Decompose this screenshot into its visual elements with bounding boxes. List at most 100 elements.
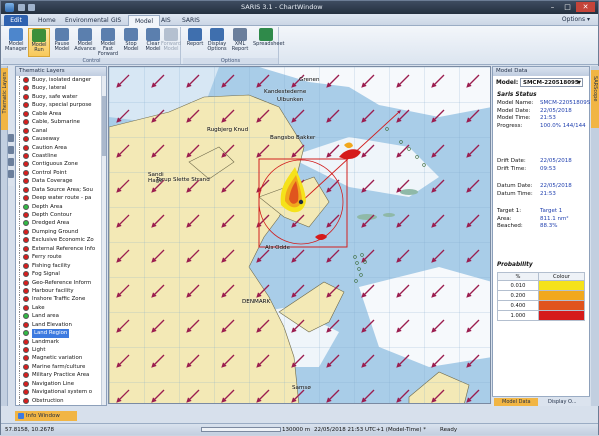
layer-visibility-icon[interactable] — [23, 203, 29, 210]
options-menu[interactable]: Options ▾ — [562, 16, 590, 23]
layer-visibility-icon[interactable] — [23, 220, 29, 227]
layer-visibility-icon[interactable] — [23, 93, 29, 100]
probability-row[interactable]: 0.010 — [497, 280, 586, 291]
layer-item[interactable]: Depth Contour — [16, 211, 106, 220]
layer-visibility-icon[interactable] — [23, 330, 29, 337]
layer-item[interactable]: Land Region — [16, 329, 106, 338]
layer-visibility-icon[interactable] — [23, 380, 29, 387]
model-manager-button[interactable]: Model Manager — [5, 28, 27, 57]
minimize-button[interactable]: – — [545, 2, 560, 12]
layer-visibility-icon[interactable] — [23, 254, 29, 261]
layer-item[interactable]: Military Practice Area — [16, 371, 106, 380]
layer-visibility-icon[interactable] — [23, 338, 29, 345]
layer-visibility-icon[interactable] — [23, 144, 29, 151]
layer-visibility-icon[interactable] — [23, 228, 29, 235]
sarscope-dock-tab[interactable]: SARScope — [591, 70, 599, 128]
layer-item[interactable]: Buoy, safe water — [16, 92, 106, 102]
display-options-button[interactable]: Display Options — [206, 28, 228, 57]
stop-model-button[interactable]: Stop Model — [120, 28, 142, 57]
layer-item[interactable]: Exclusive Economic Zo — [16, 236, 106, 245]
layer-item[interactable]: Lake — [16, 303, 106, 313]
probability-colour-swatch[interactable] — [537, 300, 586, 311]
layer-item[interactable]: Magnetic variation — [16, 354, 106, 363]
layer-visibility-icon[interactable] — [23, 195, 29, 202]
probability-colour-swatch[interactable] — [537, 280, 586, 291]
layer-visibility-icon[interactable] — [23, 363, 29, 370]
layer-item[interactable]: Cable Area — [16, 109, 106, 119]
tab-gis[interactable]: GIS — [105, 15, 127, 26]
layer-item[interactable]: Buoy, special purpose — [16, 101, 106, 110]
undo-icon[interactable] — [28, 4, 35, 11]
layer-visibility-icon[interactable] — [23, 279, 29, 286]
settings-icon[interactable] — [8, 158, 14, 166]
layer-visibility-icon[interactable] — [23, 271, 29, 278]
save-icon[interactable] — [18, 4, 25, 11]
layer-item[interactable]: Buoy, lateral — [16, 84, 106, 93]
layer-item[interactable]: Deep water route - pa — [16, 194, 106, 203]
probability-row[interactable]: 0.200 — [497, 290, 586, 301]
tab-ais[interactable]: AIS — [155, 15, 177, 26]
layer-item[interactable]: Land area — [16, 312, 106, 321]
layer-visibility-icon[interactable] — [23, 119, 29, 126]
layer-item[interactable]: Causeway — [16, 135, 106, 144]
layer-visibility-icon[interactable] — [23, 287, 29, 294]
model-run-button[interactable]: Model Run — [28, 28, 50, 57]
layer-visibility-icon[interactable] — [23, 169, 29, 176]
layer-item[interactable]: Ferry route — [16, 253, 106, 262]
tab-display-options[interactable]: Display O... — [540, 398, 588, 406]
layer-visibility-icon[interactable] — [23, 262, 29, 269]
model-advance-button[interactable]: Model Advance — [74, 28, 96, 57]
layer-visibility-icon[interactable] — [23, 77, 29, 83]
maximize-button[interactable]: □ — [560, 2, 575, 12]
layer-visibility-icon[interactable] — [23, 178, 29, 185]
layer-item[interactable]: Light — [16, 346, 106, 355]
layer-item[interactable]: Marine farm/culture — [16, 362, 106, 372]
tab-edit[interactable]: Edit — [4, 15, 28, 26]
layer-visibility-icon[interactable] — [23, 296, 29, 303]
map-canvas[interactable] — [109, 67, 491, 404]
layer-visibility-icon[interactable] — [23, 102, 29, 109]
tab-model-data[interactable]: Model Data — [494, 398, 538, 406]
layer-item[interactable]: Landmark — [16, 337, 106, 346]
probability-colour-swatch[interactable] — [537, 290, 586, 301]
thematic-layers-dock-tab[interactable]: Thematic Layers — [1, 68, 8, 130]
app-icon[interactable] — [5, 3, 14, 12]
layer-visibility-icon[interactable] — [23, 321, 29, 328]
layer-visibility-icon[interactable] — [23, 85, 29, 92]
layer-item[interactable]: Canal — [16, 126, 106, 136]
layer-item[interactable]: Buoy, isolated danger — [16, 76, 106, 85]
probability-row[interactable]: 1.000 — [497, 310, 586, 321]
layer-visibility-icon[interactable] — [23, 110, 29, 117]
layer-item[interactable]: Land Elevation — [16, 320, 106, 330]
layer-visibility-icon[interactable] — [23, 313, 29, 320]
xml-report-button[interactable]: XML Report — [229, 28, 251, 57]
layer-item[interactable]: Depth Area — [16, 202, 106, 211]
layer-item[interactable]: Coastline — [16, 151, 106, 161]
datum-marker[interactable] — [298, 199, 304, 205]
layer-list-scrollbar[interactable] — [101, 76, 106, 405]
search-icon[interactable] — [8, 146, 14, 154]
layer-item[interactable]: Dredged Area — [16, 219, 106, 228]
layer-item[interactable]: Navigation Line — [16, 379, 106, 389]
layer-visibility-icon[interactable] — [23, 212, 29, 218]
layer-visibility-icon[interactable] — [23, 389, 29, 396]
tab-saris[interactable]: SARIS — [176, 15, 206, 26]
layer-visibility-icon[interactable] — [23, 127, 29, 134]
layer-item[interactable]: Caution Area — [16, 143, 106, 152]
report-button[interactable]: Report — [184, 28, 206, 57]
probability-row[interactable]: 0.400 — [497, 300, 586, 311]
scrollbar-thumb[interactable] — [102, 96, 106, 156]
model-fast-forward-button[interactable]: Model Fast Forward — [97, 28, 119, 57]
layer-item[interactable]: Dumping Ground — [16, 227, 106, 237]
layer-item[interactable]: Harbour facility — [16, 286, 106, 296]
pause-model-button[interactable]: Pause Model — [51, 28, 73, 57]
layer-visibility-icon[interactable] — [23, 245, 29, 252]
layer-item[interactable]: External Reference Info — [16, 244, 106, 254]
probability-colour-swatch[interactable] — [537, 310, 586, 321]
tab-home[interactable]: Home — [32, 15, 62, 26]
layer-visibility-icon[interactable] — [23, 397, 29, 404]
layer-item[interactable]: Inshore Traffic Zone — [16, 295, 106, 304]
layer-item[interactable]: Fishing facility — [16, 261, 106, 271]
forward-model-button[interactable]: Forward Model — [160, 28, 182, 57]
layer-item[interactable]: Data Coverage — [16, 177, 106, 186]
